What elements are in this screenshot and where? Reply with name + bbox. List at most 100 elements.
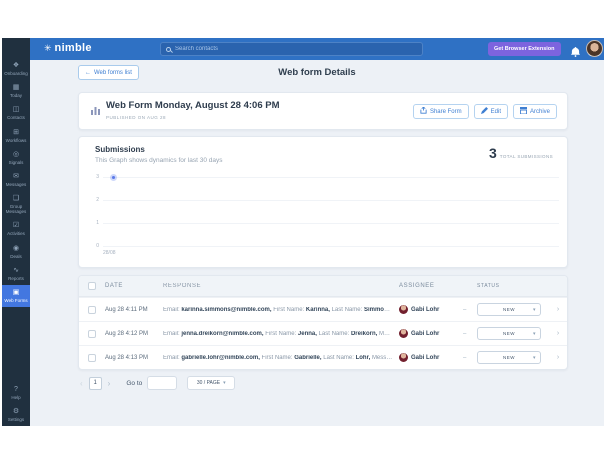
secondary-assignee-placeholder: – [463, 355, 477, 361]
row-assignee[interactable]: Gabi Lohr [399, 353, 463, 362]
gridline [103, 177, 559, 178]
search-input[interactable] [175, 46, 375, 52]
deals-icon: ◉ [13, 245, 19, 253]
y-axis-tick: 1 [85, 220, 99, 226]
sidebar-item-signals[interactable]: ◎ Signals [2, 147, 30, 169]
notifications-bell-icon[interactable] [571, 44, 580, 62]
row-date: Aug 28 4:13 PM [105, 355, 163, 361]
chevron-down-icon: ▾ [533, 331, 536, 337]
signals-icon: ◎ [13, 151, 19, 159]
row-open-chevron-icon[interactable]: › [549, 306, 567, 313]
row-checkbox[interactable] [88, 330, 96, 338]
goto-page-label: Go to [126, 380, 142, 387]
status-dropdown[interactable]: NEW▾ [477, 303, 541, 316]
column-header-status: Status [477, 283, 549, 289]
status-dropdown[interactable]: NEW▾ [477, 351, 541, 364]
group-messages-icon: ❑ [13, 195, 19, 203]
total-submissions-value: 3 [489, 145, 497, 161]
search-icon [166, 47, 171, 52]
column-header-date: Date [105, 283, 163, 289]
sidebar-item-today[interactable]: ▦ Today [2, 80, 30, 102]
sidebar-item-label: Messages [6, 182, 27, 187]
back-to-web-forms-list-button[interactable]: ← Web forms list [78, 65, 139, 80]
sidebar-item-help[interactable]: ? Help [2, 382, 30, 404]
table-row[interactable]: Aug 28 4:11 PM Email: karinna.simmons@ni… [79, 297, 567, 321]
sidebar: ❖ Onboarding ▦ Today ◫ Contacts ⊞ Workfl… [2, 38, 30, 426]
sidebar-item-activities[interactable]: ☑ Activities [2, 218, 30, 240]
global-search [160, 42, 423, 56]
x-axis-tick: 28/08 [103, 250, 116, 256]
archive-box-icon [520, 107, 527, 116]
row-checkbox[interactable] [88, 306, 96, 314]
secondary-assignee-placeholder: – [463, 331, 477, 337]
row-checkbox[interactable] [88, 354, 96, 362]
select-all-checkbox[interactable] [88, 282, 96, 290]
row-response: Email: jenna.dreikorn@nimble.com, First … [163, 331, 399, 337]
status-dropdown[interactable]: NEW▾ [477, 327, 541, 340]
y-axis-tick: 0 [85, 243, 99, 249]
back-button-label: Web forms list [94, 70, 132, 76]
pagination: ‹ 1 › Go to 30 / PAGE ▾ [80, 376, 235, 390]
pencil-icon [481, 107, 488, 116]
get-browser-extension-button[interactable]: Get Browser Extension [488, 42, 561, 56]
sidebar-item-settings[interactable]: ⚙ Settings [2, 404, 30, 426]
sidebar-item-label: Onboarding [4, 71, 28, 76]
user-avatar[interactable] [586, 40, 603, 57]
nimble-logo-text: nimble [55, 42, 92, 54]
gridline [103, 200, 559, 201]
chevron-down-icon: ▾ [533, 307, 536, 313]
workflows-icon: ⊞ [13, 129, 19, 137]
row-response: Email: karinna.simmons@nimble.com, First… [163, 307, 399, 313]
submissions-title: Submissions [95, 145, 145, 154]
sidebar-item-label: Deals [10, 254, 22, 259]
page-number-button[interactable]: 1 [89, 377, 102, 390]
page-size-dropdown[interactable]: 30 / PAGE ▾ [187, 376, 235, 390]
sidebar-item-label: Contacts [7, 115, 25, 120]
archive-button[interactable]: Archive [513, 104, 557, 119]
chevron-down-icon: ▾ [223, 380, 226, 386]
assignee-avatar [399, 305, 408, 314]
sidebar-item-contacts[interactable]: ◫ Contacts [2, 102, 30, 124]
sidebar-item-onboarding[interactable]: ❖ Onboarding [2, 58, 30, 80]
chevron-down-icon: ▾ [533, 355, 536, 361]
row-assignee[interactable]: Gabi Lohr [399, 329, 463, 338]
goto-page-input[interactable] [147, 376, 177, 390]
table-row[interactable]: Aug 28 4:12 PM Email: jenna.dreikorn@nim… [79, 321, 567, 345]
total-submissions-label: Total Submissions [500, 154, 553, 159]
previous-page-chevron-icon[interactable]: ‹ [80, 379, 83, 388]
chart-data-point[interactable] [110, 174, 117, 181]
share-form-button[interactable]: Share Form [413, 104, 469, 119]
gridline [103, 223, 559, 224]
row-assignee[interactable]: Gabi Lohr [399, 305, 463, 314]
web-forms-icon: ▣ [13, 289, 20, 297]
submissions-card: Submissions This Graph shows dynamics fo… [78, 136, 568, 268]
web-form-title: Web Form Monday, August 28 4:06 PM [106, 100, 280, 111]
row-open-chevron-icon[interactable]: › [549, 330, 567, 337]
sidebar-item-workflows[interactable]: ⊞ Workflows [2, 125, 30, 147]
sidebar-item-label: Group Messages [3, 204, 29, 214]
archive-label: Archive [530, 109, 550, 115]
edit-button[interactable]: Edit [474, 104, 508, 119]
y-axis-tick: 3 [85, 174, 99, 180]
edit-label: Edit [491, 109, 501, 115]
share-form-label: Share Form [430, 109, 462, 115]
sidebar-item-group-messages[interactable]: ❑ Group Messages [2, 191, 30, 218]
activities-icon: ☑ [13, 222, 19, 230]
table-header-row: Date Response Assignee Status [79, 276, 567, 297]
sidebar-item-label: Help [11, 395, 20, 400]
sidebar-item-messages[interactable]: ✉ Messages [2, 169, 30, 191]
nimble-logo[interactable]: ✳ nimble [44, 42, 92, 54]
table-row[interactable]: Aug 28 4:13 PM Email: gabrielle.lohr@nim… [79, 345, 567, 369]
next-page-chevron-icon[interactable]: › [108, 379, 111, 388]
row-date: Aug 28 4:12 PM [105, 331, 163, 337]
sidebar-item-web-forms[interactable]: ▣ Web Forms [2, 285, 30, 307]
sidebar-item-label: Reports [8, 276, 24, 281]
row-open-chevron-icon[interactable]: › [549, 354, 567, 361]
help-icon: ? [14, 386, 18, 394]
sidebar-item-label: Signals [9, 160, 24, 165]
assignee-avatar [399, 353, 408, 362]
sidebar-item-reports[interactable]: ∿ Reports [2, 263, 30, 285]
sidebar-item-deals[interactable]: ◉ Deals [2, 241, 30, 263]
share-icon [420, 107, 427, 116]
gear-icon: ⚙ [13, 408, 19, 416]
